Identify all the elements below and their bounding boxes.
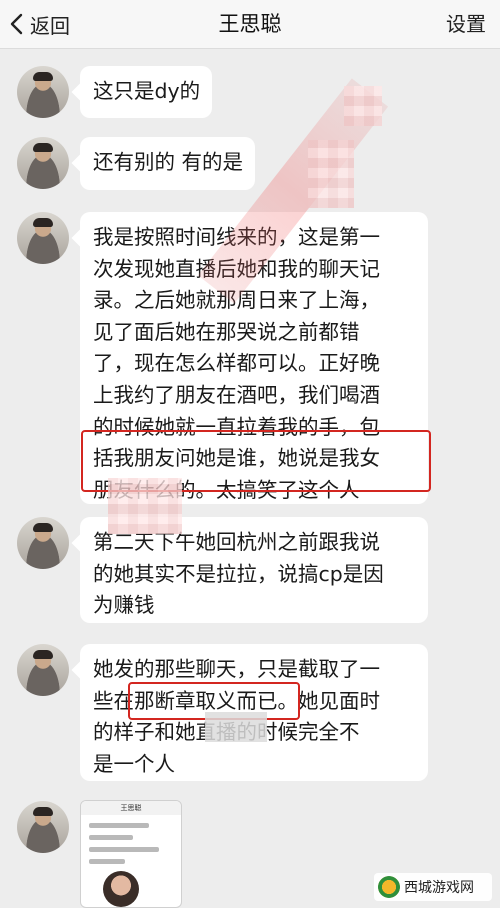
message-text: 见了面后她在那哭说之前都错 bbox=[93, 319, 360, 344]
message-text: 第二天下午她回杭州之前跟我说 bbox=[93, 530, 380, 554]
message-bubble[interactable]: 这只是dy的 bbox=[80, 66, 213, 118]
message-text: 括我朋友问她是谁，她说是我女 bbox=[93, 446, 380, 471]
message-bubble[interactable]: 还有别的 有的是 bbox=[80, 137, 256, 190]
message-text: 还有别的 有的是 bbox=[93, 150, 244, 174]
message-text: 了，现在怎么样都可以。正好晚 bbox=[93, 351, 380, 376]
site-name: 西城游戏网 bbox=[404, 880, 474, 896]
back-button[interactable]: 返回 bbox=[8, 0, 70, 48]
contact-avatar[interactable] bbox=[17, 212, 69, 264]
contact-avatar[interactable] bbox=[17, 517, 69, 569]
settings-button[interactable]: 设置 bbox=[446, 0, 486, 48]
screenshot-thumbnail[interactable]: 王思聪 bbox=[80, 800, 182, 908]
message-text: 次发现她直播后她和我的聊天记 bbox=[93, 256, 380, 281]
thumbnail-photo bbox=[103, 871, 139, 907]
message-bubble[interactable]: 我是按照时间线来的，这是第一 次发现她直播后她和我的聊天记 录。之后她就那周日来… bbox=[80, 212, 428, 504]
message-text: 是一个人 bbox=[93, 751, 175, 776]
message-text: 的她其实不是拉拉，说搞cp是因 bbox=[93, 561, 384, 586]
chat-title: 王思聪 bbox=[218, 12, 282, 36]
message-text: 上我约了朋友在酒吧，我们喝酒 bbox=[93, 382, 380, 407]
message-text: 些在那断章取义而已。她见面时 bbox=[93, 688, 380, 713]
contact-avatar[interactable] bbox=[17, 644, 69, 696]
message-text: 的样子和她直播的时候完全不 bbox=[93, 720, 360, 745]
thumbnail-title: 王思聪 bbox=[81, 801, 181, 815]
message-bubble[interactable]: 她发的那些聊天，只是截取了一 些在那断章取义而已。她见面时 的样子和她直播的时候… bbox=[80, 644, 428, 781]
site-watermark: 西城游戏网 bbox=[374, 873, 492, 901]
message-text: 朋友什么的。太搞笑了这个人 bbox=[93, 477, 360, 502]
mosaic-blur bbox=[308, 140, 354, 208]
message-text: 我是按照时间线来的，这是第一 bbox=[93, 225, 380, 249]
site-logo-icon bbox=[378, 876, 400, 898]
contact-avatar[interactable] bbox=[17, 66, 69, 118]
mosaic-blur bbox=[344, 86, 382, 126]
back-label: 返回 bbox=[30, 13, 70, 38]
message-text: 她发的那些聊天，只是截取了一 bbox=[93, 657, 380, 681]
contact-avatar[interactable] bbox=[17, 137, 69, 189]
contact-avatar[interactable] bbox=[17, 801, 69, 853]
message-text: 的时候她就一直拉着我的手，包 bbox=[93, 414, 380, 439]
message-text: 录。之后她就那周日来了上海， bbox=[93, 288, 380, 313]
chevron-left-icon bbox=[8, 13, 26, 35]
message-text: 这只是dy的 bbox=[93, 79, 201, 103]
navigation-bar: 返回 王思聪 设置 bbox=[0, 0, 500, 49]
message-text: 为赚钱 bbox=[93, 593, 155, 618]
message-bubble[interactable]: 第二天下午她回杭州之前跟我说 的她其实不是拉拉，说搞cp是因 为赚钱 bbox=[80, 517, 428, 623]
